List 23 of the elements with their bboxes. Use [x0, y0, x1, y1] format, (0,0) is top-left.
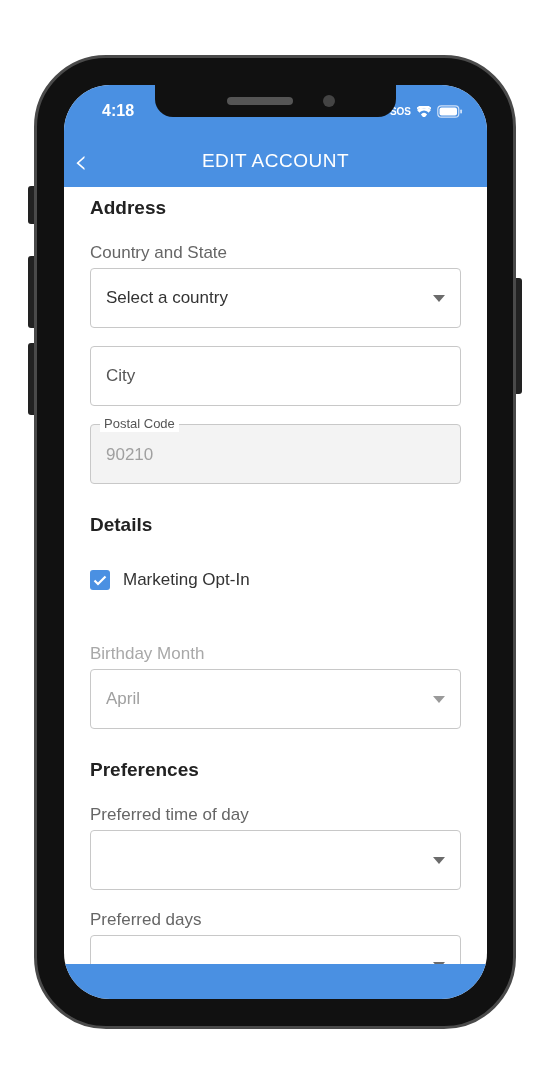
input-field[interactable]: City	[90, 346, 461, 406]
checkbox[interactable]	[90, 570, 110, 590]
field-label: Preferred time of day	[90, 804, 250, 826]
wifi-icon	[417, 105, 431, 117]
page-title: EDIT ACCOUNT	[201, 148, 350, 173]
speaker-icon	[226, 97, 293, 105]
section-heading: Preferences	[90, 758, 200, 782]
status-time: 4:18	[102, 101, 135, 121]
battery-icon	[437, 104, 463, 118]
select-field[interactable]	[90, 830, 461, 890]
field-label: Birthday Month	[90, 643, 206, 665]
back-button[interactable]: ‹	[72, 144, 90, 178]
field-label: Country and State	[90, 242, 229, 264]
field-label: Preferred days	[90, 909, 203, 931]
section-heading: Address	[90, 196, 168, 220]
checkbox-label: Marketing Opt-In	[123, 569, 250, 592]
section-heading: Details	[90, 513, 154, 537]
caret-icon	[433, 856, 445, 864]
select-field[interactable]: Select a country	[90, 268, 461, 328]
camera-icon	[322, 95, 335, 107]
caret-icon	[433, 294, 445, 302]
caret-icon	[433, 695, 445, 703]
floating-label: Postal Code	[100, 416, 179, 432]
